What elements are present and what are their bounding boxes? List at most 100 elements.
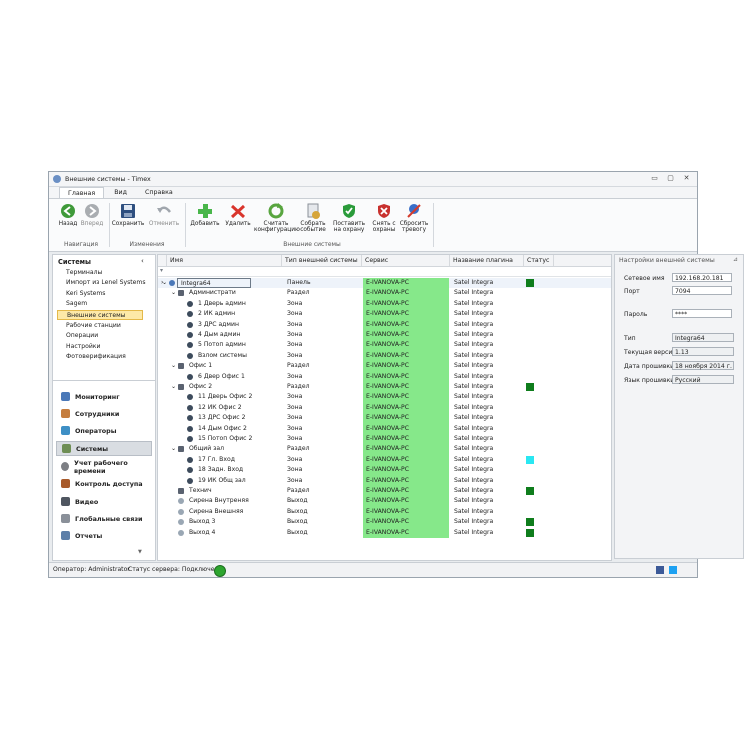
cell-type: Зона — [287, 372, 303, 380]
sidebar-item-operations[interactable]: Операции — [66, 331, 152, 340]
table-row[interactable]: 19 ИК Общ зал Зона E-IVANOVA-PC Satel Integ… — [158, 475, 611, 486]
table-row[interactable]: 4 Дым админ Зона E-IVANOVA-PC Satel Integra — [158, 330, 611, 341]
nav-time-tracking[interactable]: Учет рабочего времени — [56, 459, 152, 475]
cell-type: Зона — [287, 414, 303, 422]
nav-reports[interactable]: Отчеты — [56, 528, 152, 543]
expand-chevron-icon[interactable]: ⌄ — [168, 444, 176, 454]
table-row[interactable]: 5 Потоп админ Зона E-IVANOVA-PC Satel Integ… — [158, 340, 611, 351]
cell-name: Взлом системы — [198, 351, 247, 359]
delete-button[interactable]: Удалить — [223, 203, 253, 227]
scroll-down-icon[interactable]: ▼ — [138, 549, 142, 555]
forward-button[interactable]: Вперед — [80, 203, 104, 227]
link-icon — [61, 514, 70, 523]
sidebar-item-workstations[interactable]: Рабочие станции — [66, 321, 152, 330]
table-row[interactable]: 3 ДРС админ Зона E-IVANOVA-PC Satel Integra — [158, 319, 611, 330]
table-row[interactable]: 15 Потоп Офис 2 Зона E-IVANOVA-PC Satel Int… — [158, 434, 611, 445]
zone-icon — [187, 436, 193, 442]
cell-service: E-IVANOVA-PC — [363, 319, 449, 330]
nav-operators[interactable]: Операторы — [56, 423, 152, 438]
output-icon — [178, 529, 184, 536]
column-plugin[interactable]: Название плагина — [450, 255, 524, 266]
sidebar-item-settings[interactable]: Настройки — [66, 342, 152, 351]
cell-name: Выход 3 — [189, 518, 216, 526]
sidebar-item-lenel[interactable]: Импорт из Lenel Systems — [66, 278, 152, 287]
table-row[interactable]: ⌄ Офис 2 Раздел E-IVANOVA-PC Satel Integra — [158, 382, 611, 393]
save-label: Сохранить — [111, 221, 145, 227]
minimize-icon[interactable]: ▭ — [650, 174, 659, 183]
cell-plugin: Satel Integra — [454, 393, 494, 401]
partition-icon — [178, 363, 184, 370]
cell-type: Зона — [287, 299, 303, 307]
group-ext-label: Внешние системы — [283, 241, 341, 248]
password-field[interactable]: **** — [672, 309, 732, 318]
sidebar-item-terminals[interactable]: Терминалы — [66, 268, 152, 277]
back-button[interactable]: Назад — [57, 203, 79, 227]
restore-icon[interactable]: ▢ — [666, 174, 675, 183]
nav-video[interactable]: Видео — [56, 494, 152, 509]
save-button[interactable]: Сохранить — [111, 203, 145, 227]
table-row[interactable]: Сирена Внешняя Выход E-IVANOVA-PC Satel Int… — [158, 506, 611, 518]
add-button[interactable]: Добавить — [189, 203, 221, 227]
table-row[interactable]: ⌄ Офис 1 Раздел E-IVANOVA-PC Satel Integra — [158, 361, 611, 372]
column-name[interactable]: Имя — [167, 255, 282, 266]
arm-button[interactable]: Поставить на охрану — [330, 203, 368, 234]
shield-x-icon — [376, 203, 392, 219]
filter-row[interactable]: ▾ — [158, 266, 611, 277]
expand-chevron-icon[interactable]: ⌄ — [168, 288, 176, 298]
table-row[interactable]: 18 Задн. Вход Зона E-IVANOVA-PC Satel Integ… — [158, 465, 611, 476]
table-row[interactable]: 1 Дверь админ Зона E-IVANOVA-PC Satel Integ… — [158, 298, 611, 310]
column-status[interactable]: Статус — [524, 255, 554, 266]
cell-name: Сирена Внутреняя — [189, 497, 249, 505]
reset-alarm-button[interactable]: Сбросить тревогу — [399, 203, 429, 234]
disarm-button[interactable]: Снять с охраны — [369, 203, 399, 234]
expand-chevron-icon[interactable]: ⌄ — [168, 361, 176, 371]
read-config-button[interactable]: Считать конфигурацию — [254, 203, 300, 234]
table-row[interactable]: Сирена Внутреняя Выход E-IVANOVA-PC Satel I… — [158, 496, 611, 507]
nav-systems[interactable]: Системы — [56, 441, 152, 456]
table-row[interactable]: Выход 4 Выход E-IVANOVA-PC Satel Integra — [158, 527, 611, 538]
collapse-chevron-icon[interactable]: ‹ — [141, 257, 144, 265]
table-row[interactable]: ⌄ Общий зал Раздел E-IVANOVA-PC Satel Integr… — [158, 444, 611, 455]
sidebar-item-keri[interactable]: Keri Systems — [66, 289, 152, 298]
cell-plugin: Satel Integra — [454, 279, 494, 286]
zone-icon — [187, 425, 193, 432]
cell-name: 12 ИК Офис 2 — [198, 403, 242, 411]
collect-event-button[interactable]: Собрать событие — [297, 203, 329, 234]
network-name-field[interactable]: 192.168.20.181 — [672, 273, 732, 282]
reset-alarm-label-2: тревогу — [401, 227, 427, 234]
table-row[interactable]: 6 Двер Офис 1 Зона E-IVANOVA-PC Satel Integ… — [158, 371, 611, 382]
table-row[interactable]: 2 ИК админ Зона E-IVANOVA-PC Satel Integra — [158, 309, 611, 320]
table-row[interactable]: 13 ДРС Офис 2 Зона E-IVANOVA-PC Satel Integ… — [158, 413, 611, 424]
table-row[interactable]: ⌄ Администрати Раздел E-IVANOVA-PC Satel Int… — [158, 288, 611, 299]
sidebar-item-external-systems[interactable]: Внешние системы — [57, 310, 143, 320]
expand-chevron-icon[interactable]: ⌄ — [168, 382, 176, 392]
table-row[interactable]: Выход 3 Выход E-IVANOVA-PC Satel Integra — [158, 517, 611, 528]
table-row[interactable]: 12 ИК Офис 2 Зона E-IVANOVA-PC Satel Integr… — [158, 402, 611, 414]
table-row[interactable]: 17 Гл. Вход Зона E-IVANOVA-PC Satel Integra — [158, 454, 611, 466]
cell-service: E-IVANOVA-PC — [363, 444, 449, 455]
port-field[interactable]: 7094 — [672, 286, 732, 295]
cell-plugin: Satel Integra — [454, 310, 494, 318]
sidebar-item-photo-verification[interactable]: Фотоверификация — [66, 352, 152, 361]
nav-global-links[interactable]: Глобальные связи — [56, 511, 152, 526]
table-row[interactable]: ⌄ › Integra64 Панель E-IVANOVA-PC Satel Integ… — [158, 278, 611, 289]
cell-plugin: Satel Integra — [454, 320, 494, 328]
shield-check-icon — [341, 203, 357, 219]
nav-monitoring[interactable]: Мониторинг — [56, 389, 152, 404]
table-row[interactable]: 11 Дверь Офис 2 Зона E-IVANOVA-PC Satel Int… — [158, 392, 611, 403]
window-title: Внешние системы - Timex — [65, 175, 151, 183]
column-type[interactable]: Тип внешней системы — [282, 255, 362, 266]
pin-icon[interactable]: ⊿ — [733, 256, 738, 263]
twitter-icon[interactable] — [669, 566, 677, 574]
sidebar-item-sagem[interactable]: Sagem — [66, 299, 152, 308]
close-icon[interactable]: ✕ — [682, 174, 691, 183]
table-row[interactable]: Взлом системы Зона E-IVANOVA-PC Satel Integ… — [158, 350, 611, 362]
nav-access-control[interactable]: Контроль доступа — [56, 476, 152, 491]
pane-splitter[interactable] — [53, 380, 155, 381]
cancel-button[interactable]: Отменить — [147, 203, 181, 227]
column-service[interactable]: Сервис — [362, 255, 450, 266]
facebook-icon[interactable] — [656, 566, 664, 574]
table-row[interactable]: 14 Дым Офис 2 Зона E-IVANOVA-PC Satel Integ… — [158, 423, 611, 434]
nav-employees[interactable]: Сотрудники — [56, 406, 152, 421]
table-row[interactable]: Технич Раздел E-IVANOVA-PC Satel Integra — [158, 486, 611, 497]
